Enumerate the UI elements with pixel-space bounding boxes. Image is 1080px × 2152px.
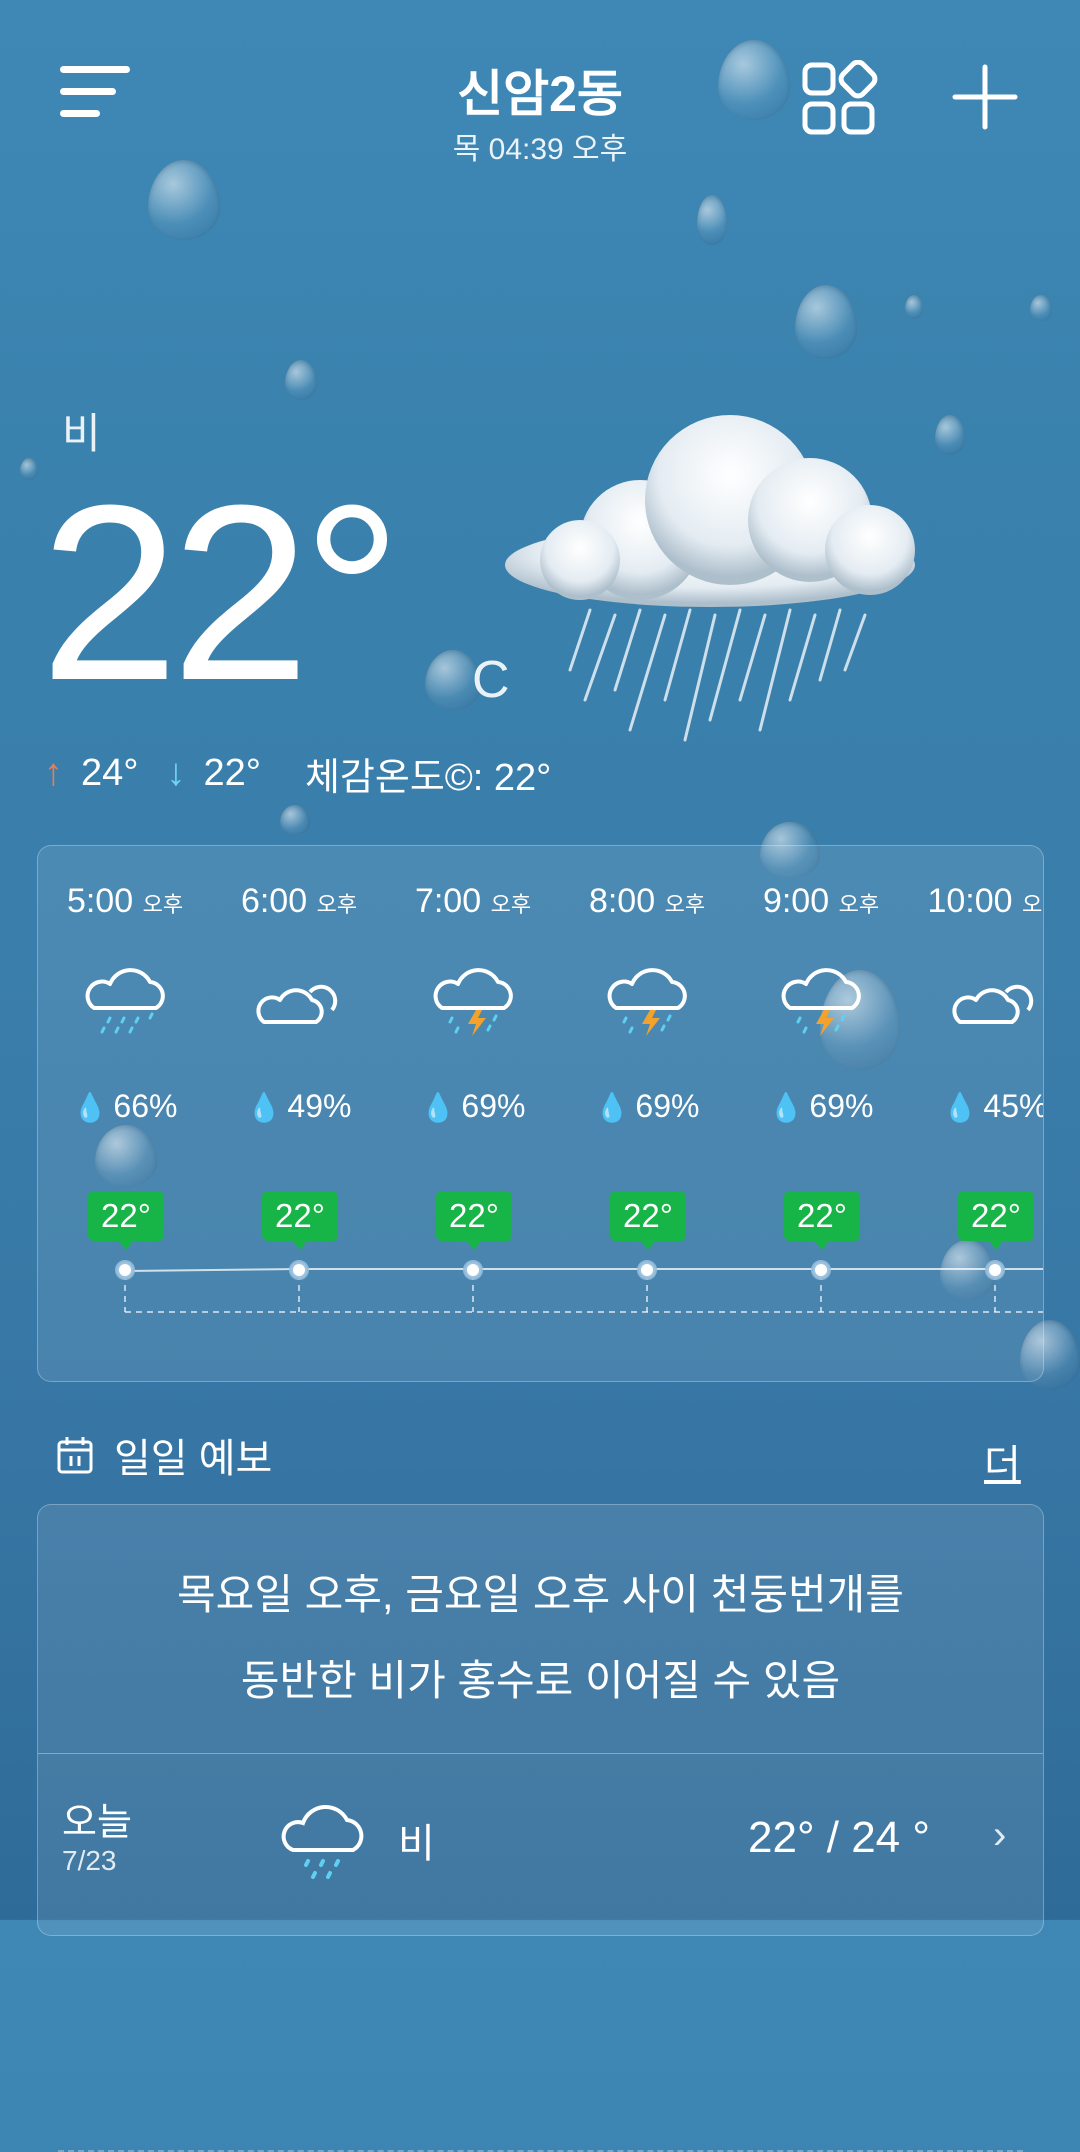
add-location-button[interactable] xyxy=(950,62,1020,132)
temp-point xyxy=(115,1260,135,1280)
temp-point xyxy=(637,1260,657,1280)
daily-forecast-title: 일일 예보 xyxy=(114,1437,273,1481)
arrow-down-icon: ↓ xyxy=(166,752,186,794)
day-temps: 22° / 24 ° xyxy=(748,1813,930,1862)
weather-alert-line-2[interactable]: 동반한 비가 홍수로 이어질 수 있음 xyxy=(38,1647,1043,1708)
daily-forecast-header: 일일 예보 xyxy=(56,1430,272,1481)
low-temp: 22° xyxy=(203,752,261,794)
widgets-icon xyxy=(802,59,878,135)
rain-cloud-illustration xyxy=(505,415,915,742)
arrow-up-icon: ↑ xyxy=(44,752,63,794)
hourly-forecast-panel[interactable]: 5:00 오후 💧 66% 22° 6:00 오후 💧 49% 22° 7:00 오후 💧 69% 2… xyxy=(37,845,1044,1382)
current-temperature: 22° xyxy=(40,453,402,732)
more-link[interactable]: 더 xyxy=(984,1432,1021,1490)
weather-alert-line-1[interactable]: 목요일 오후, 금요일 오후 사이 천둥번개를 xyxy=(38,1561,1043,1622)
widgets-button[interactable] xyxy=(800,59,880,140)
temp-point xyxy=(985,1260,1005,1280)
temp-point xyxy=(811,1260,831,1280)
day-condition: 비 xyxy=(398,1822,435,1866)
local-time: 목 04:39 오후 xyxy=(452,133,628,166)
high-low-row: ↑ 24° ↓ 22° 체감온도©: 22° xyxy=(44,746,551,801)
temp-point xyxy=(463,1260,483,1280)
current-condition: 비 xyxy=(62,410,101,457)
day-label: 오늘 xyxy=(62,1802,132,1844)
city-name[interactable]: 신암2동 xyxy=(0,54,1080,126)
temp-point xyxy=(289,1260,309,1280)
calendar-icon xyxy=(57,1437,93,1474)
daily-forecast-panel: 목요일 오후, 금요일 오후 사이 천둥번개를 동반한 비가 홍수로 이어질 수… xyxy=(37,1504,1044,2152)
high-temp: 24° xyxy=(81,752,139,794)
plus-icon xyxy=(952,64,1018,130)
date-label: 7/23 xyxy=(62,1845,117,1876)
chevron-right-icon: › xyxy=(993,1813,1007,1857)
rain-icon xyxy=(281,1805,364,1879)
divider xyxy=(38,1753,1043,1754)
temperature-line xyxy=(115,1260,1043,1313)
top-bar: 신암2동 목 04:39 오후 xyxy=(0,0,1080,180)
daily-row-today[interactable]: 오늘 7/23 비 22° / 24 ° › xyxy=(38,1755,1043,2152)
